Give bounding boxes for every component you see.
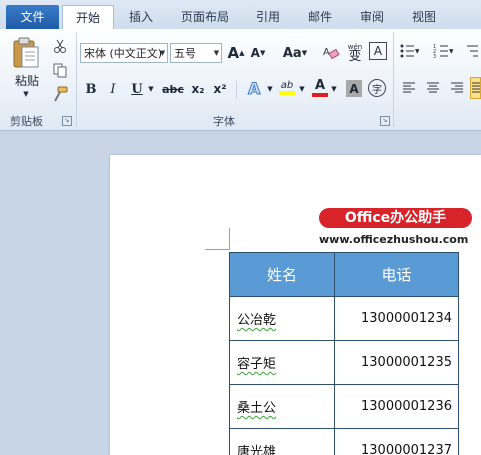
font-color-dropdown-icon[interactable]: ▼ xyxy=(330,79,338,99)
paste-dropdown-icon[interactable]: ▼ xyxy=(21,89,31,99)
table-row: 公冶乾 13000001234 xyxy=(229,296,459,341)
header-phone[interactable]: 电话 xyxy=(334,252,459,297)
italic-icon[interactable]: I xyxy=(104,79,122,99)
tab-view[interactable]: 视图 xyxy=(404,5,444,29)
watermark-url: www.officezhushou.com xyxy=(319,233,469,246)
font-size-dropdown-icon[interactable]: ▼ xyxy=(212,44,221,62)
font-color-icon[interactable]: A xyxy=(310,75,330,99)
font-dialog-launcher-icon[interactable]: ↘ xyxy=(380,116,390,126)
font-size-value: 五号 xyxy=(174,47,196,60)
tab-review[interactable]: 审阅 xyxy=(352,5,392,29)
multilevel-list-icon[interactable] xyxy=(462,41,481,61)
subscript-icon[interactable]: x₂ xyxy=(188,79,208,99)
cell-name[interactable]: 桑土公 xyxy=(229,384,335,429)
cut-icon[interactable] xyxy=(50,37,70,55)
text-effects-dropdown-icon[interactable]: ▼ xyxy=(266,79,274,99)
paste-button-label[interactable]: 粘贴 xyxy=(12,73,42,88)
tab-page-layout[interactable]: 页面布局 xyxy=(170,5,240,29)
svg-text:▼: ▼ xyxy=(415,48,419,55)
svg-text:▼: ▼ xyxy=(449,48,453,55)
header-name[interactable]: 姓名 xyxy=(229,252,335,297)
text-effects-icon[interactable]: A xyxy=(244,77,266,99)
shrink-font-icon[interactable]: A ▼ xyxy=(248,43,268,63)
page-corner-mark xyxy=(229,228,230,250)
numbering-icon[interactable]: 1 2 3 ▼ xyxy=(432,41,454,61)
cell-phone[interactable]: 13000001236 xyxy=(334,384,459,429)
table-row: 容子矩 13000001235 xyxy=(229,340,459,385)
clipboard-dialog-launcher-icon[interactable]: ↘ xyxy=(62,116,72,126)
cell-name[interactable]: 公冶乾 xyxy=(229,296,335,341)
cell-phone[interactable]: 13000001235 xyxy=(334,340,459,385)
justify-icon[interactable] xyxy=(470,77,481,99)
bullets-icon[interactable]: ▼ xyxy=(398,41,420,61)
highlight-color-icon[interactable]: ab xyxy=(276,75,298,99)
superscript-icon[interactable]: x² xyxy=(210,79,230,99)
align-left-icon[interactable] xyxy=(400,79,418,97)
align-center-icon[interactable] xyxy=(424,79,442,97)
cell-phone[interactable]: 13000001234 xyxy=(334,296,459,341)
table-row: 唐光雄 13000001237 xyxy=(229,428,459,455)
svg-text:A: A xyxy=(323,47,330,58)
clear-formatting-icon[interactable]: A xyxy=(320,41,342,63)
tab-references[interactable]: 引用 xyxy=(248,5,288,29)
tab-mailings[interactable]: 邮件 xyxy=(300,5,340,29)
highlight-dropdown-icon[interactable]: ▼ xyxy=(298,79,306,99)
underline-dropdown-icon[interactable]: ▼ xyxy=(146,79,156,99)
contacts-table[interactable]: 姓名 电话 公冶乾 13000001234 容子矩 13000001235 桑土… xyxy=(229,252,459,455)
phonetic-guide-icon[interactable]: wén 变 xyxy=(344,39,366,65)
align-right-icon[interactable] xyxy=(448,79,466,97)
enclose-characters-icon[interactable]: 字 xyxy=(368,79,386,97)
ribbon-home: 粘贴 ▼ 剪贴板 ↘ 宋体 (中文正文) ▼ 五号 ▼ A ▲ A ▼ Aa ▼ A … xyxy=(0,29,481,131)
copy-icon[interactable] xyxy=(50,61,70,79)
format-painter-icon[interactable] xyxy=(50,85,70,103)
tab-home[interactable]: 开始 xyxy=(62,5,114,31)
font-name-combo[interactable]: 宋体 (中文正文) ▼ xyxy=(80,43,168,63)
clipboard-group-label: 剪贴板 xyxy=(10,115,43,128)
ribbon-tab-bar: 文件 开始 插入 页面布局 引用 邮件 审阅 视图 xyxy=(0,0,481,31)
table-row: 桑土公 13000001236 xyxy=(229,384,459,429)
grow-font-icon[interactable]: A ▲ xyxy=(226,43,246,63)
character-shading-icon[interactable]: A xyxy=(346,80,362,97)
change-case-icon[interactable]: Aa ▼ xyxy=(280,43,310,63)
bold-icon[interactable]: B xyxy=(82,79,100,99)
group-separator xyxy=(236,81,237,99)
underline-icon[interactable]: U xyxy=(128,79,146,99)
svg-text:3: 3 xyxy=(433,54,436,59)
tab-file[interactable]: 文件 xyxy=(6,5,59,29)
font-group-label: 字体 xyxy=(213,115,235,128)
font-name-value: 宋体 (中文正文) xyxy=(84,47,163,60)
svg-text:A: A xyxy=(248,79,261,98)
tab-insert[interactable]: 插入 xyxy=(120,5,162,29)
cell-name[interactable]: 唐光雄 xyxy=(229,428,335,455)
cell-name[interactable]: 容子矩 xyxy=(229,340,335,385)
font-size-combo[interactable]: 五号 ▼ xyxy=(170,43,222,63)
page-corner-mark xyxy=(205,249,230,250)
paste-icon[interactable] xyxy=(10,34,42,72)
watermark-logo: Office办公助手 xyxy=(319,208,472,228)
strikethrough-icon[interactable]: abc xyxy=(160,79,186,99)
font-name-dropdown-icon[interactable]: ▼ xyxy=(158,44,167,62)
word-window: 文件 开始 插入 页面布局 引用 邮件 审阅 视图 粘贴 ▼ 剪贴板 ↘ 宋体 … xyxy=(0,0,481,455)
group-separator xyxy=(76,33,77,127)
cell-phone[interactable]: 13000001237 xyxy=(334,428,459,455)
character-border-icon[interactable]: A xyxy=(369,42,387,60)
group-separator xyxy=(393,33,394,127)
table-header-row: 姓名 电话 xyxy=(229,252,459,297)
